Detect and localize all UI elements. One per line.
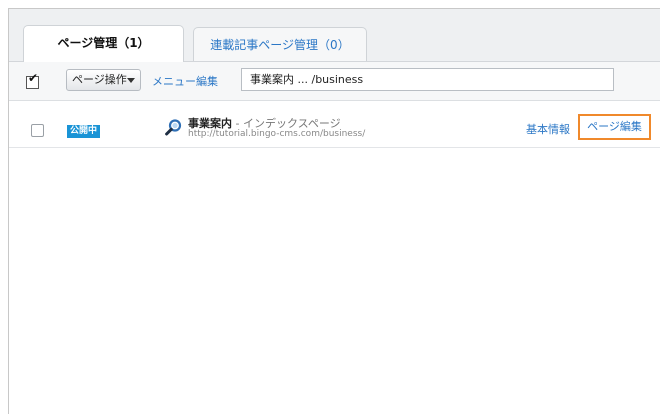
checkmark-icon: ✔ bbox=[28, 71, 39, 85]
tab-bar: ページ管理（1） 連載記事ページ管理（0） bbox=[9, 9, 660, 62]
page-edit-link[interactable]: ページ編集 bbox=[578, 114, 651, 140]
select-all-checkbox[interactable]: ✔ bbox=[26, 71, 39, 89]
search-icon[interactable] bbox=[165, 119, 182, 136]
toolbar: ✔ ページ操作 メニュー編集 事業案内 ... /business bbox=[9, 62, 660, 101]
page-url: http://tutorial.bingo-cms.com/business/ bbox=[188, 129, 366, 139]
page-actions-dropdown[interactable]: ページ操作 bbox=[66, 69, 141, 91]
row-checkbox[interactable] bbox=[31, 124, 44, 137]
path-field[interactable]: 事業案内 ... /business bbox=[241, 68, 614, 91]
status-badge: 公開中 bbox=[67, 125, 100, 138]
tab-series-page-management[interactable]: 連載記事ページ管理（0） bbox=[193, 27, 367, 61]
menu-edit-link[interactable]: メニュー編集 bbox=[152, 73, 218, 89]
basic-info-link[interactable]: 基本情報 bbox=[526, 121, 570, 137]
tab-page-management[interactable]: ページ管理（1） bbox=[23, 25, 184, 62]
page-manager-panel: ページ管理（1） 連載記事ページ管理（0） ✔ ページ操作 メニュー編集 事業案… bbox=[8, 8, 660, 414]
page-actions-label: ページ操作 bbox=[72, 73, 127, 86]
caret-down-icon bbox=[127, 78, 135, 83]
list-item: 公開中 事業案内 - インデックスページ http://tutorial.bin… bbox=[9, 101, 660, 148]
